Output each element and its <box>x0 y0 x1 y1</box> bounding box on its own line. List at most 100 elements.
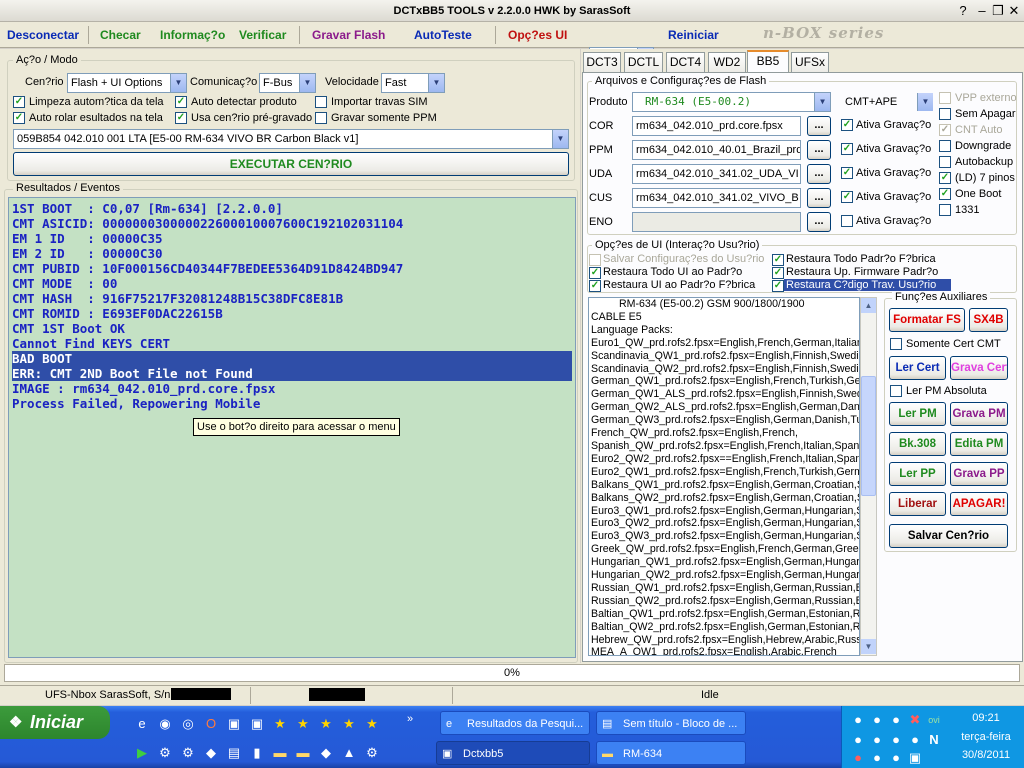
tab-wd2[interactable]: WD2 <box>708 52 746 72</box>
ovi-icon[interactable]: ovi <box>926 712 942 728</box>
restore-all-factory-checkbox[interactable]: ✓ <box>772 254 784 266</box>
read-pm-button[interactable]: Ler PM <box>889 402 946 426</box>
write-cert-button[interactable]: Grava Cert <box>950 356 1008 380</box>
tray-icon[interactable]: ● <box>869 750 885 766</box>
outlook-icon[interactable]: ◉ <box>157 716 173 732</box>
info-scrollbar[interactable]: ▲ ▼ <box>860 297 877 656</box>
ui-options-button[interactable]: Opç?es UI <box>504 25 571 45</box>
close-icon[interactable]: ✕ <box>1004 2 1024 20</box>
network-icon[interactable]: ▣ <box>249 716 265 732</box>
eno-browse-button[interactable]: ... <box>807 212 831 232</box>
preset-select[interactable]: 059B854 042.010 001 LTA [E5-00 RM-634 VI… <box>13 129 569 149</box>
cus-file-field[interactable]: rm634_042.010_341.02_VIVO_B <box>632 188 801 208</box>
vpp-external-checkbox[interactable] <box>939 92 951 104</box>
info-button[interactable]: Informaç?o <box>156 25 229 45</box>
write-pm-button[interactable]: Grava PM <box>950 402 1008 426</box>
mode-select[interactable]: CMT+APE ▼ <box>841 92 934 112</box>
app-icon[interactable]: ▲ <box>341 745 357 761</box>
tray-icon[interactable]: ● <box>869 732 885 748</box>
app-icon[interactable]: ★ <box>318 716 334 732</box>
title-bar[interactable]: DCTxBB5 TOOLS v 2.2.0.0 HWK by SarasSoft… <box>0 0 1024 22</box>
disconnect-button[interactable]: Desconectar <box>3 25 83 45</box>
autotest-button[interactable]: AutoTeste <box>410 25 476 45</box>
edit-pm-button[interactable]: Edita PM <box>950 432 1008 456</box>
read-pp-button[interactable]: Ler PP <box>889 462 946 486</box>
security-icon[interactable]: ✖ <box>907 712 923 728</box>
scroll-down-icon[interactable]: ▼ <box>861 639 876 654</box>
restore-fw-checkbox[interactable]: ✓ <box>772 267 784 279</box>
app-icon[interactable]: ◆ <box>318 745 334 761</box>
read-pm-absolute-checkbox[interactable] <box>890 385 902 397</box>
restore-ui-default-checkbox[interactable]: ✓ <box>589 267 601 279</box>
app-icon[interactable]: ★ <box>295 716 311 732</box>
autoscroll-checkbox[interactable]: ✓ <box>13 112 25 124</box>
tray-icon[interactable]: ● <box>907 732 923 748</box>
app-icon[interactable]: ▤ <box>226 745 242 761</box>
task-search-results[interactable]: e Resultados da Pesqui... <box>440 711 590 735</box>
cor-flash-checkbox[interactable]: ✓ <box>841 119 853 131</box>
start-button[interactable]: ❖ Iniciar <box>0 706 110 739</box>
preset-scenario-checkbox[interactable]: ✓ <box>175 112 187 124</box>
network-icon[interactable]: ▣ <box>907 750 923 766</box>
app-icon[interactable]: ▮ <box>249 745 265 761</box>
chevron-down-icon[interactable]: ▼ <box>299 74 315 92</box>
app-icon[interactable]: ★ <box>341 716 357 732</box>
chevron-right-icon[interactable]: » <box>402 711 418 727</box>
unlock-button[interactable]: Liberar <box>889 492 946 516</box>
tray-icon[interactable]: ● <box>850 750 866 766</box>
ppm-only-checkbox[interactable] <box>315 112 327 124</box>
sx4b-button[interactable]: SX4B <box>969 308 1008 332</box>
ppm-browse-button[interactable]: ... <box>807 140 831 160</box>
chevron-down-icon[interactable]: ▼ <box>170 74 186 92</box>
check-button[interactable]: Checar <box>96 25 145 45</box>
ld-7pins-checkbox[interactable]: ✓ <box>939 172 951 184</box>
folder-icon[interactable]: ▬ <box>272 745 288 761</box>
scroll-up-icon[interactable]: ▲ <box>861 298 876 313</box>
flash-button[interactable]: Gravar Flash <box>308 25 389 45</box>
format-fs-button[interactable]: Formatar FS <box>889 308 965 332</box>
play-icon[interactable]: ▶ <box>134 745 150 761</box>
ie-icon[interactable]: e <box>134 716 150 732</box>
chevron-down-icon[interactable]: ▼ <box>814 93 830 111</box>
ppm-file-field[interactable]: rm634_042.010_40.01_Brazil_prd. <box>632 140 801 160</box>
1331-checkbox[interactable] <box>939 204 951 216</box>
media-icon[interactable]: ◎ <box>180 716 196 732</box>
execute-scenario-button[interactable]: EXECUTAR CEN?RIO <box>13 152 569 176</box>
cus-browse-button[interactable]: ... <box>807 188 831 208</box>
tab-dct3[interactable]: DCT3 <box>583 52 621 72</box>
uda-flash-checkbox[interactable]: ✓ <box>841 167 853 179</box>
no-erase-checkbox[interactable] <box>939 108 951 120</box>
tab-dct4[interactable]: DCT4 <box>666 52 705 72</box>
erase-button[interactable]: APAGAR! <box>950 492 1008 516</box>
help-icon[interactable]: ? <box>953 2 973 20</box>
tray-icon[interactable]: ● <box>888 732 904 748</box>
app-icon[interactable]: ◆ <box>203 745 219 761</box>
computer-icon[interactable]: ▣ <box>226 716 242 732</box>
comm-select[interactable]: F-Bus ▼ <box>259 73 316 93</box>
task-dctxbb5[interactable]: ▣ Dctxbb5 <box>436 741 590 765</box>
downgrade-checkbox[interactable] <box>939 140 951 152</box>
verify-button[interactable]: Verificar <box>235 25 290 45</box>
tab-ufsx[interactable]: UFSx <box>791 52 829 72</box>
app-icon[interactable]: ★ <box>272 716 288 732</box>
scroll-thumb[interactable] <box>861 376 876 496</box>
tray-icon[interactable]: ● <box>850 732 866 748</box>
tray-icon[interactable]: ● <box>888 712 904 728</box>
restart-button[interactable]: Reiniciar <box>664 25 723 45</box>
product-select[interactable]: RM-634 (E5-00.2) ▼ <box>632 92 831 112</box>
tray-icon[interactable]: N <box>926 732 942 748</box>
tray-icon[interactable]: ● <box>888 750 904 766</box>
tray-icon[interactable]: ● <box>850 712 866 728</box>
cus-flash-checkbox[interactable]: ✓ <box>841 191 853 203</box>
scenario-select[interactable]: Flash + UI Options ▼ <box>67 73 187 93</box>
task-notepad[interactable]: ▤ Sem título - Bloco de ... <box>596 711 746 735</box>
uda-browse-button[interactable]: ... <box>807 164 831 184</box>
cor-file-field[interactable]: rm634_042.010_prd.core.fpsx <box>632 116 801 136</box>
restore-ui-factory-checkbox[interactable]: ✓ <box>589 280 601 292</box>
autodetect-checkbox[interactable]: ✓ <box>175 96 187 108</box>
eno-flash-checkbox[interactable] <box>841 215 853 227</box>
chevron-down-icon[interactable]: ▼ <box>917 93 933 111</box>
folder-icon[interactable]: ▬ <box>295 745 311 761</box>
save-user-config-checkbox[interactable] <box>589 254 601 266</box>
restore-code-checkbox[interactable]: ✓ <box>772 280 784 292</box>
